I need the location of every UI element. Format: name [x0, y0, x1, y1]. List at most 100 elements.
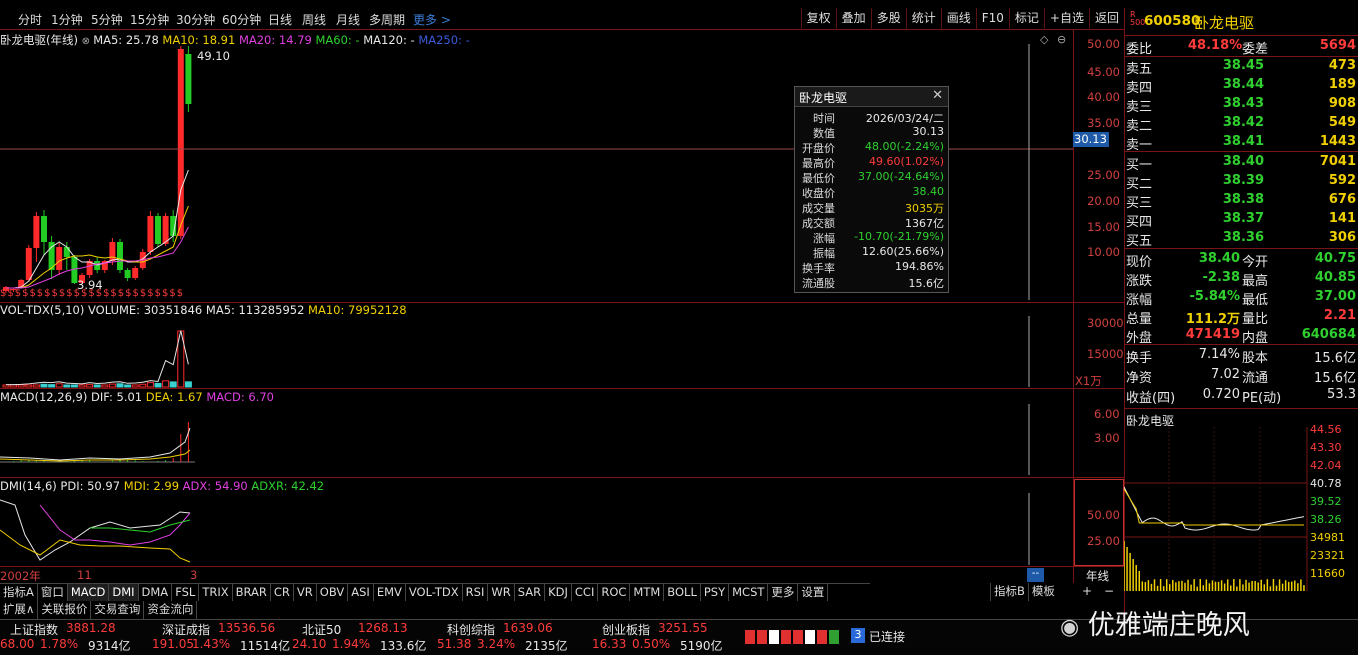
volume-series	[2, 330, 192, 388]
quote-stat-row: 总量 111.2万 量比 2.21	[1124, 307, 1358, 327]
tooltip-title: 卧龙电驱	[799, 91, 848, 105]
period-tab-multi[interactable]: 多周期	[369, 11, 405, 28]
indicator-tab-wr[interactable]: WR	[488, 584, 515, 601]
dmi-series	[0, 499, 191, 563]
indicator-tab-dma[interactable]: DMA	[139, 584, 173, 601]
indicator-b-tab[interactable]: 指标B	[990, 583, 1028, 601]
multi-stock-button[interactable]: 多股	[870, 8, 906, 30]
vol-legend-2: MA10: 79952128	[304, 303, 407, 317]
dmi-title: DMI(14,6)	[0, 479, 57, 493]
indicator-tab-窗口[interactable]: 窗口	[38, 584, 68, 601]
tooltip-header: 卧龙电驱 ✕	[795, 87, 948, 107]
ask-level[interactable]: 卖一 38.41 1443	[1124, 133, 1358, 153]
bid-level[interactable]: 买五 38.36 306	[1124, 229, 1358, 249]
add-icon[interactable]: +	[1082, 584, 1092, 598]
tooltip-value: 37.00(-24.64%)	[858, 170, 944, 183]
period-tab-1min[interactable]: 1分钟	[51, 11, 83, 28]
stat-value: 471419	[1185, 327, 1240, 342]
ask-level[interactable]: 卖五 38.45 473	[1124, 57, 1358, 77]
period-tab-5min[interactable]: 5分钟	[91, 11, 123, 28]
indicator-tab-boll[interactable]: BOLL	[664, 584, 701, 601]
candle	[117, 242, 123, 270]
tooltip-row: 成交额 1367亿	[795, 215, 948, 230]
bid-level[interactable]: 买二 38.39 592	[1124, 172, 1358, 192]
bid-level[interactable]: 买三 38.38 676	[1124, 191, 1358, 211]
candle	[155, 216, 161, 244]
indicator-tab-mcst[interactable]: MCST	[729, 584, 769, 601]
stat-value: -2.38	[1202, 270, 1240, 285]
mark-button[interactable]: 标记	[1008, 8, 1044, 30]
period-tab-week[interactable]: 周线	[302, 11, 326, 28]
indicator-tab-dmi[interactable]: DMI	[109, 584, 139, 601]
index-amount: 11514亿	[240, 639, 291, 653]
quote-fund-row: 收益(四) 0.720 PE(动) 53.3	[1124, 386, 1358, 406]
extension-tab[interactable]: 关联报价	[38, 601, 92, 619]
vol-legend-0: VOLUME: 30351846	[88, 303, 203, 317]
vol-legend: VOLUME: 30351846 MA5: 113285952 MA10: 79…	[88, 303, 407, 317]
f10-button[interactable]: F10	[975, 8, 1009, 30]
bid-level-volume: 7041	[1319, 154, 1356, 169]
tooltip-row: 成交量 3035万	[795, 200, 948, 215]
back-button[interactable]: 返回	[1088, 8, 1124, 30]
period-tab-15min[interactable]: 15分钟	[130, 11, 169, 28]
draw-line-button[interactable]: 画线	[940, 8, 976, 30]
indicator-tab-roc[interactable]: ROC	[598, 584, 631, 601]
ask-level[interactable]: 卖四 38.44 189	[1124, 76, 1358, 96]
indicator-tab-kdj[interactable]: KDJ	[545, 584, 572, 601]
stat-value: 37.00	[1314, 289, 1356, 304]
extension-tab[interactable]: 资金流向	[144, 601, 198, 619]
indicator-tab-设置[interactable]: 设置	[798, 584, 829, 601]
tooltip-value: 38.40	[912, 185, 945, 198]
indicator-tab-更多[interactable]: 更多	[768, 584, 799, 601]
indicator-tab-psy[interactable]: PSY	[701, 584, 730, 601]
indicator-tab-macd[interactable]: MACD	[67, 584, 110, 601]
indicator-tab-sar[interactable]: SAR	[515, 584, 546, 601]
period-tab-day[interactable]: 日线	[268, 11, 292, 28]
indicator-tab-cci[interactable]: CCI	[572, 584, 599, 601]
indicator-tab-trix[interactable]: TRIX	[199, 584, 233, 601]
tooltip-value: 48.00(-2.24%)	[865, 140, 944, 153]
indicator-tab-vr[interactable]: VR	[294, 584, 317, 601]
tooltip-row: 数值 30.13	[795, 125, 948, 140]
close-icon[interactable]: ✕	[932, 88, 943, 103]
index-value: 1268.13	[358, 621, 408, 635]
indicator-tab-brar[interactable]: BRAR	[233, 584, 271, 601]
bid-level-volume: 141	[1328, 211, 1356, 226]
tooltip-value: 194.86%	[895, 260, 944, 273]
restore-rights-button[interactable]: 复权	[800, 8, 836, 30]
period-tab-more[interactable]: 更多 >	[413, 11, 451, 28]
template-tab[interactable]: 模板	[1027, 583, 1058, 601]
indicator-tab-mtm[interactable]: MTM	[630, 584, 665, 601]
stock-code: 600580	[1144, 13, 1201, 29]
indicator-tab-emv[interactable]: EMV	[374, 584, 406, 601]
ask-level[interactable]: 卖二 38.42 549	[1124, 114, 1358, 134]
extension-tab[interactable]: 交易查询	[91, 601, 145, 619]
period-tab-fenshi[interactable]: 分时	[18, 11, 42, 28]
volume-bar	[93, 384, 101, 388]
ask-level-volume: 473	[1328, 58, 1356, 73]
period-tab-month[interactable]: 月线	[336, 11, 360, 28]
indicator-tab-vol-tdx[interactable]: VOL-TDX	[406, 584, 463, 601]
margin-badge: R 500	[1130, 10, 1146, 27]
add-watchlist-button[interactable]: +自选	[1043, 8, 1089, 30]
bid-level-price: 38.40	[1222, 154, 1264, 169]
extension-tabs: 扩展∧ 关联报价 交易查询 资金流向	[0, 601, 198, 619]
indicator-tab-obv[interactable]: OBV	[317, 584, 349, 601]
period-tab-30min[interactable]: 30分钟	[176, 11, 215, 28]
stat-value: -5.84%	[1189, 289, 1241, 304]
period-tab-60min[interactable]: 60分钟	[222, 11, 261, 28]
statistics-button[interactable]: 统计	[905, 8, 941, 30]
bid-level[interactable]: 买四 38.37 141	[1124, 210, 1358, 230]
tooltip-key: 时间	[813, 112, 835, 125]
indicator-tab-fsl[interactable]: FSL	[172, 584, 200, 601]
indicator-tab-指标a[interactable]: 指标A	[0, 584, 38, 601]
indicator-tab-rsi[interactable]: RSI	[463, 584, 489, 601]
extension-tab[interactable]: 扩展∧	[0, 601, 39, 619]
bid-level[interactable]: 买一 38.40 7041	[1124, 153, 1358, 173]
indicator-tab-asi[interactable]: ASI	[348, 584, 374, 601]
index-value: 3251.55	[658, 621, 708, 635]
indicator-tab-cr[interactable]: CR	[271, 584, 294, 601]
minus-icon[interactable]: −	[1104, 584, 1114, 598]
overlay-button[interactable]: 叠加	[835, 8, 871, 30]
ask-level[interactable]: 卖三 38.43 908	[1124, 95, 1358, 115]
